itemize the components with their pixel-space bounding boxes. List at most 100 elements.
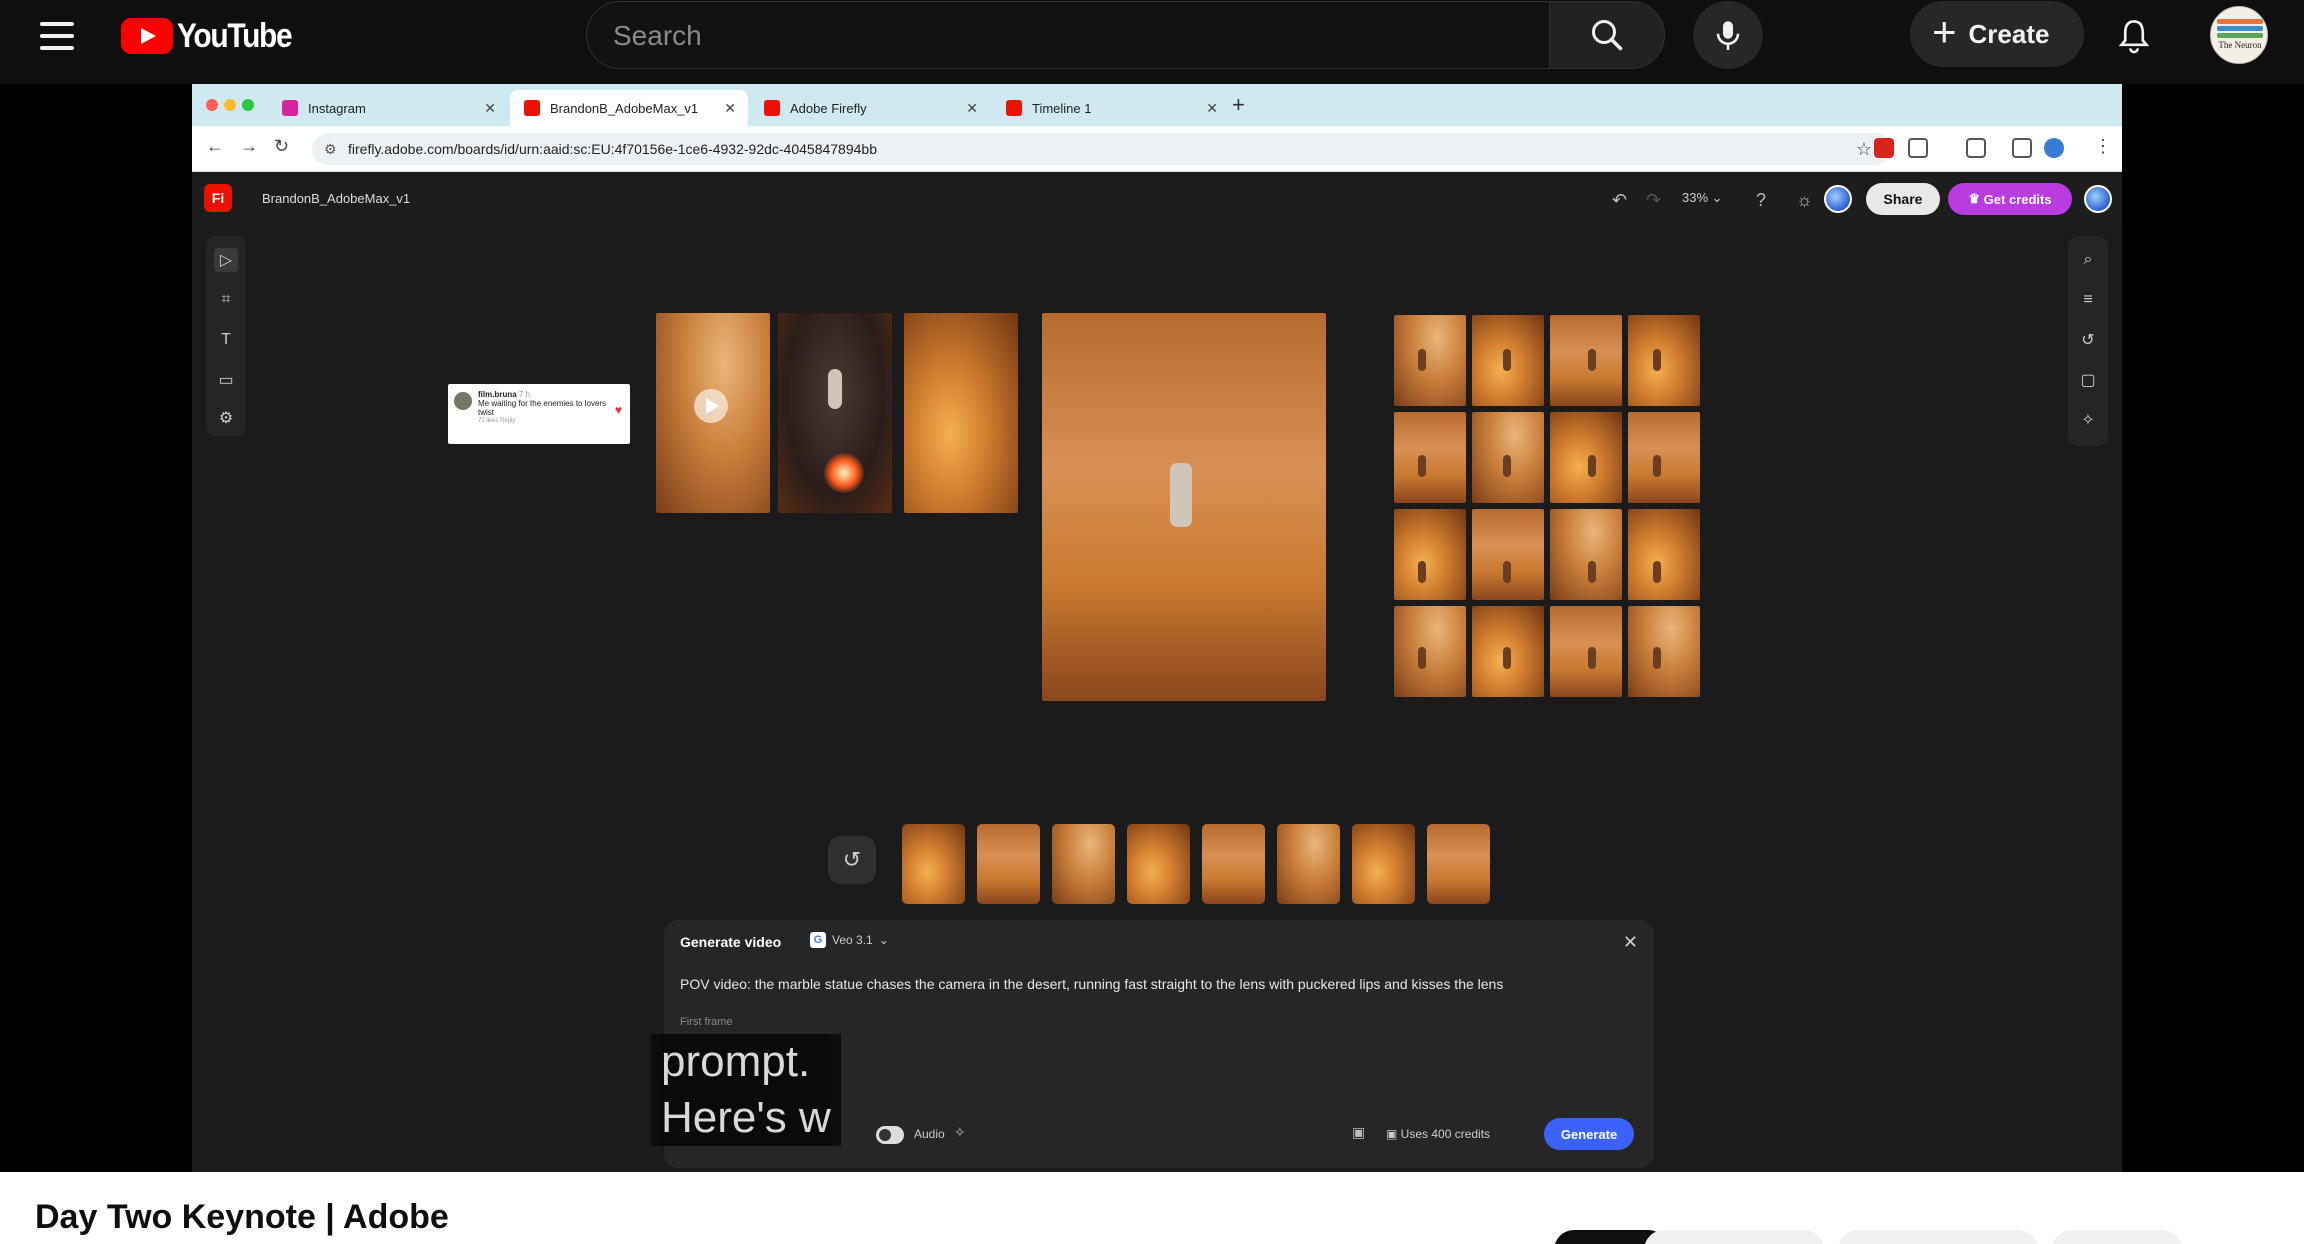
search-button[interactable] <box>1549 1 1665 69</box>
comment-text: Me waiting for the enemies to lovers twi… <box>478 399 607 417</box>
browser-tab-firefly[interactable]: Adobe Firefly ✕ <box>750 90 990 126</box>
audio-toggle[interactable] <box>876 1126 904 1144</box>
undo-icon[interactable]: ↶ <box>1612 190 1627 211</box>
bookmark-star-icon[interactable]: ☆ <box>1856 139 1872 160</box>
account-avatar[interactable]: The Neuron <box>2210 6 2268 64</box>
variation-thumbnail[interactable] <box>1394 315 1466 406</box>
filmstrip-thumbnail[interactable] <box>1427 824 1490 904</box>
effects-icon[interactable]: ✧ <box>954 1124 966 1141</box>
firefly-logo[interactable]: Fi <box>204 184 232 212</box>
filmstrip-thumbnail[interactable] <box>902 824 965 904</box>
more-vert-icon[interactable]: ⋮ <box>2094 136 2112 157</box>
select-tool-icon[interactable]: ▷ <box>214 248 238 272</box>
url-field[interactable]: ⚙ firefly.adobe.com/boards/id/urn:aaid:s… <box>312 133 1892 165</box>
history-button[interactable]: ↺ <box>828 836 876 884</box>
prompt-input[interactable]: POV video: the marble statue chases the … <box>680 976 1620 992</box>
model-select[interactable]: G Veo 3.1 ⌄ <box>810 932 889 948</box>
action-chip[interactable] <box>1644 1230 1824 1244</box>
filmstrip-thumbnail[interactable] <box>1277 824 1340 904</box>
share-button[interactable]: Share <box>1866 183 1940 215</box>
notifications-button[interactable] <box>2110 14 2158 58</box>
youtube-logo[interactable]: YouTube <box>121 16 307 56</box>
sparkle-icon[interactable]: ✧ <box>2076 408 2100 432</box>
generate-button[interactable]: Generate <box>1544 1118 1634 1150</box>
extension-icon[interactable] <box>1874 138 1894 158</box>
variation-thumbnail[interactable] <box>1472 606 1544 697</box>
search-icon[interactable]: ⌕ <box>2076 248 2100 272</box>
browser-tab-instagram[interactable]: Instagram ✕ <box>268 90 508 126</box>
close-icon[interactable]: ✕ <box>1206 100 1218 117</box>
variation-thumbnail[interactable] <box>1550 315 1622 406</box>
collaborator-avatar[interactable] <box>1824 185 1852 213</box>
filmstrip-thumbnail[interactable] <box>1127 824 1190 904</box>
variation-thumbnail[interactable] <box>1628 412 1700 503</box>
board-image[interactable] <box>778 313 892 513</box>
close-icon[interactable]: ✕ <box>1623 932 1638 953</box>
help-icon[interactable]: ? <box>1756 190 1766 211</box>
board-title[interactable]: BrandonB_AdobeMax_v1 <box>262 191 410 206</box>
variation-thumbnail[interactable] <box>1394 509 1466 600</box>
shape-tool-icon[interactable]: ▭ <box>214 368 238 392</box>
puzzle-icon[interactable] <box>1908 138 1928 158</box>
variation-thumbnail[interactable] <box>1628 509 1700 600</box>
figure-shape <box>1588 349 1596 371</box>
back-arrow-icon[interactable]: ← <box>206 136 224 157</box>
filmstrip-thumbnail[interactable] <box>977 824 1040 904</box>
browser-tab-timeline[interactable]: Timeline 1 ✕ <box>992 90 1230 126</box>
menu-icon[interactable] <box>40 22 74 50</box>
action-chip[interactable] <box>2052 1230 2182 1244</box>
redo-icon[interactable]: ↷ <box>1646 190 1661 211</box>
variation-thumbnail[interactable] <box>1472 509 1544 600</box>
variation-thumbnail[interactable] <box>1472 315 1544 406</box>
search-input[interactable] <box>613 18 1493 54</box>
variation-thumbnail[interactable] <box>1628 606 1700 697</box>
heart-icon[interactable]: ♥ <box>615 404 622 416</box>
cast-icon[interactable] <box>1966 138 1986 158</box>
browser-tab-bar: Instagram ✕ BrandonB_AdobeMax_v1 ✕ Adobe… <box>192 84 2122 126</box>
filmstrip-thumbnail[interactable] <box>1052 824 1115 904</box>
variation-thumbnail[interactable] <box>1628 315 1700 406</box>
close-icon[interactable]: ✕ <box>724 100 736 117</box>
comment-icon[interactable]: ▢ <box>2076 368 2100 392</box>
site-info-icon[interactable]: ⚙ <box>324 141 340 157</box>
board-image-large[interactable] <box>1042 313 1326 701</box>
new-tab-icon[interactable]: + <box>1232 92 1245 118</box>
browser-tab-board[interactable]: BrandonB_AdobeMax_v1 ✕ <box>510 90 748 126</box>
filmstrip-thumbnail[interactable] <box>1352 824 1415 904</box>
play-icon[interactable] <box>694 389 728 423</box>
board-image[interactable] <box>656 313 770 513</box>
maximize-window-dot[interactable] <box>242 99 254 111</box>
media-icon[interactable] <box>2012 138 2032 158</box>
instagram-comment-card[interactable]: film.bruna 7 h Me waiting for the enemie… <box>448 384 630 444</box>
board-image[interactable] <box>904 313 1018 513</box>
close-window-dot[interactable] <box>206 99 218 111</box>
variation-thumbnail[interactable] <box>1550 606 1622 697</box>
user-avatar[interactable] <box>2084 185 2112 213</box>
generate-tool-icon[interactable]: ⚙ <box>214 406 238 430</box>
minimize-window-dot[interactable] <box>224 99 236 111</box>
profile-icon[interactable] <box>2044 138 2064 158</box>
variation-thumbnail[interactable] <box>1550 412 1622 503</box>
youtube-watch-page: YouTube + Create The Neuron <box>0 0 2304 1244</box>
voice-search-button[interactable] <box>1693 1 1763 69</box>
text-tool-icon[interactable]: T <box>214 328 238 352</box>
variation-thumbnail[interactable] <box>1550 509 1622 600</box>
figure-shape <box>1418 455 1426 477</box>
aspect-ratio-icon[interactable]: ▣ <box>1352 1124 1365 1141</box>
sliders-icon[interactable]: ≡ <box>2076 288 2100 312</box>
variation-thumbnail[interactable] <box>1472 412 1544 503</box>
forward-arrow-icon[interactable]: → <box>240 136 258 157</box>
history-icon[interactable]: ↺ <box>2076 328 2100 352</box>
variation-thumbnail[interactable] <box>1394 606 1466 697</box>
variation-thumbnail[interactable] <box>1394 412 1466 503</box>
filmstrip-thumbnail[interactable] <box>1202 824 1265 904</box>
action-chip[interactable] <box>1838 1230 2038 1244</box>
close-icon[interactable]: ✕ <box>966 100 978 117</box>
reload-icon[interactable]: ↻ <box>274 136 289 157</box>
lightbulb-icon[interactable]: ☼ <box>1796 190 1813 211</box>
zoom-select[interactable]: 33% ⌄ <box>1682 190 1723 206</box>
crop-tool-icon[interactable]: ⌗ <box>214 288 238 312</box>
create-button[interactable]: + Create <box>1910 1 2084 67</box>
get-credits-button[interactable]: ♛ Get credits <box>1948 183 2072 215</box>
close-icon[interactable]: ✕ <box>484 100 496 117</box>
